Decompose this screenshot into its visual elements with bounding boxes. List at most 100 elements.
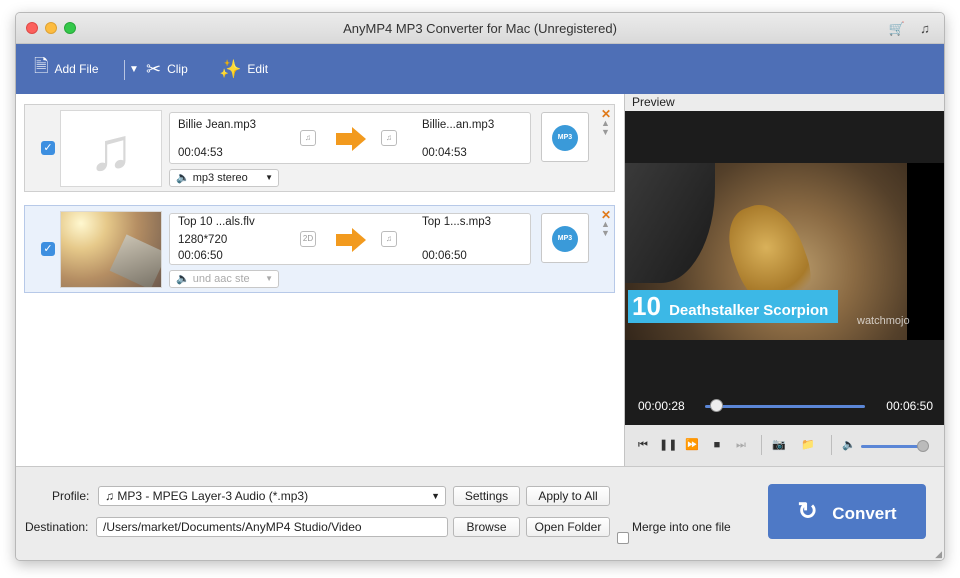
seek-knob[interactable] [709, 399, 723, 412]
watermark: watchmojo [857, 315, 910, 327]
snapshot-icon[interactable]: 📷 [771, 437, 787, 453]
output-format-button[interactable]: MP3 [541, 213, 589, 263]
apply-to-all-button[interactable]: Apply to All [526, 486, 610, 506]
edit-button[interactable]: ✨ Edit [219, 44, 268, 94]
playback-controls: ⏮ ❚❚ ⏩ ■ ⏭ 📷 📁 🔈 [625, 425, 944, 466]
settings-button[interactable]: Settings [453, 486, 520, 506]
cart-icon[interactable]: 🛒 [888, 13, 906, 44]
fast-forward-icon[interactable]: ⏩ [684, 437, 700, 453]
file-info: Top 10 ...als.flv 1280*720 00:06:50 2D ♫… [169, 213, 531, 265]
clip-label: Clip [167, 62, 188, 76]
file-checkbox[interactable]: ✓ [41, 141, 55, 155]
audio-format-icon: ♫ [300, 130, 316, 146]
volume-icon[interactable]: 🔈 [841, 437, 857, 453]
convert-label: Convert [832, 504, 897, 523]
video-thumbnail [60, 211, 162, 288]
source-duration: 00:04:53 [178, 147, 223, 159]
video-banner: 10 Deathstalker Scorpion [628, 290, 839, 323]
convert-arrow-head [352, 127, 366, 151]
minimize-window-button[interactable] [45, 22, 57, 34]
profile-value: MP3 - MPEG Layer-3 Audio (*.mp3) [117, 489, 309, 503]
convert-arrow-icon [336, 234, 352, 246]
banner-text: Deathstalker Scorpion [669, 302, 829, 319]
convert-arrow-icon [336, 133, 352, 145]
target-file-name[interactable]: Billie...an.mp3 [422, 119, 494, 131]
volume-slider[interactable] [861, 445, 921, 448]
convert-button[interactable]: ↻ Convert [768, 484, 926, 539]
resize-grip-icon[interactable]: ◢ [935, 549, 942, 560]
sparkle-icon: ✨ [219, 58, 242, 79]
merge-checkbox[interactable] [617, 532, 629, 544]
destination-label: Destination: [25, 520, 89, 534]
file-item[interactable]: ✓ ♫ Billie Jean.mp3 00:04:53 ♫ ♫ Billie.… [24, 104, 615, 192]
seek-bar[interactable] [705, 405, 865, 408]
destination-field[interactable]: /Users/market/Documents/AnyMP4 Studio/Vi… [96, 517, 448, 537]
reorder-icon[interactable]: ▲ ▼ [601, 220, 610, 238]
source-file-name: Top 10 ...als.flv [178, 216, 255, 228]
browse-button[interactable]: Browse [453, 517, 520, 537]
add-file-label: Add File [54, 62, 99, 76]
skip-back-icon[interactable]: ⏮ [635, 437, 651, 453]
chevron-down-icon: ▼ [431, 491, 440, 501]
source-resolution: 1280*720 [178, 234, 228, 246]
target-duration: 00:04:53 [422, 147, 467, 159]
file-checkbox[interactable]: ✓ [41, 242, 55, 256]
speaker-icon: 🔈 [176, 273, 190, 285]
app-window: AnyMP4 MP3 Converter for Mac (Unregister… [15, 12, 945, 561]
toolbar-separator [124, 60, 125, 80]
profile-label: Profile: [52, 489, 90, 503]
target-file-name[interactable]: Top 1...s.mp3 [422, 216, 491, 228]
add-file-button[interactable]: 🗎 Add File [34, 44, 99, 94]
clip-button[interactable]: ✂ Clip [146, 44, 188, 94]
music-note-icon: ♫ [88, 116, 134, 183]
file-list: ✓ ♫ Billie Jean.mp3 00:04:53 ♫ ♫ Billie.… [16, 94, 624, 466]
audio-thumbnail: ♫ [60, 110, 162, 187]
target-format-icon: ♫ [381, 130, 397, 146]
chevron-down-icon: ▼ [129, 63, 139, 75]
pause-icon[interactable]: ❚❚ [659, 437, 677, 453]
card-shape [109, 234, 161, 287]
controls-separator [831, 435, 832, 455]
target-format-icon: ♫ [381, 231, 397, 247]
register-key-icon[interactable]: ♫ [916, 13, 934, 44]
music-note-icon: ♫ [105, 489, 114, 503]
rock-shape [625, 163, 715, 283]
speaker-icon: 🔈 [176, 172, 190, 184]
preview-label: Preview [625, 94, 944, 111]
toolbar: 🗎 Add File ▼ ✂ Clip ✨ Edit [16, 44, 944, 94]
chevron-down-icon: ▼ [265, 274, 273, 283]
maximize-window-button[interactable] [64, 22, 76, 34]
stop-icon[interactable]: ■ [709, 437, 725, 453]
scissors-icon: ✂ [146, 58, 162, 79]
video-frame[interactable]: 10 Deathstalker Scorpion watchmojo [625, 163, 944, 340]
add-file-dropdown[interactable]: ▼ [129, 44, 139, 94]
total-time: 00:06:50 [886, 399, 933, 413]
merge-label: Merge into one file [632, 520, 731, 534]
add-file-icon: 🗎 [34, 56, 49, 76]
reorder-icon[interactable]: ▲ ▼ [601, 119, 610, 137]
volume-knob[interactable] [917, 440, 929, 452]
source-file-name: Billie Jean.mp3 [178, 119, 256, 131]
close-window-button[interactable] [26, 22, 38, 34]
refresh-icon: ↻ [797, 498, 818, 525]
mp3-format-icon: MP3 [552, 226, 578, 252]
audio-track-value: mp3 stereo [192, 172, 248, 184]
profile-select[interactable]: ♫ MP3 - MPEG Layer-3 Audio (*.mp3) ▼ [98, 486, 446, 506]
output-format-button[interactable]: MP3 [541, 112, 589, 162]
controls-separator [761, 435, 762, 455]
convert-arrow-head [352, 228, 366, 252]
preview-panel: Preview 10 Deathstalker Scorpion watchmo… [624, 94, 944, 466]
audio-track-select[interactable]: 🔈 mp3 stereo ▼ [169, 169, 279, 187]
window-title: AnyMP4 MP3 Converter for Mac (Unregister… [343, 21, 617, 36]
skip-forward-icon[interactable]: ⏭ [733, 437, 749, 453]
title-bar: AnyMP4 MP3 Converter for Mac (Unregister… [16, 13, 944, 44]
audio-track-select[interactable]: 🔈 und aac ste ▼ [169, 270, 279, 288]
banner-number: 10 [632, 291, 661, 321]
open-folder-button[interactable]: Open Folder [526, 517, 610, 537]
folder-icon[interactable]: 📁 [800, 437, 816, 453]
bottom-panel: Profile: ♫ MP3 - MPEG Layer-3 Audio (*.m… [16, 466, 944, 560]
file-item[interactable]: ✓ Top 10 ...als.flv 1280*720 00:06:50 2D… [24, 205, 615, 293]
current-time: 00:00:28 [638, 399, 685, 413]
edit-label: Edit [247, 62, 269, 76]
audio-track-value: und aac ste [192, 273, 250, 285]
